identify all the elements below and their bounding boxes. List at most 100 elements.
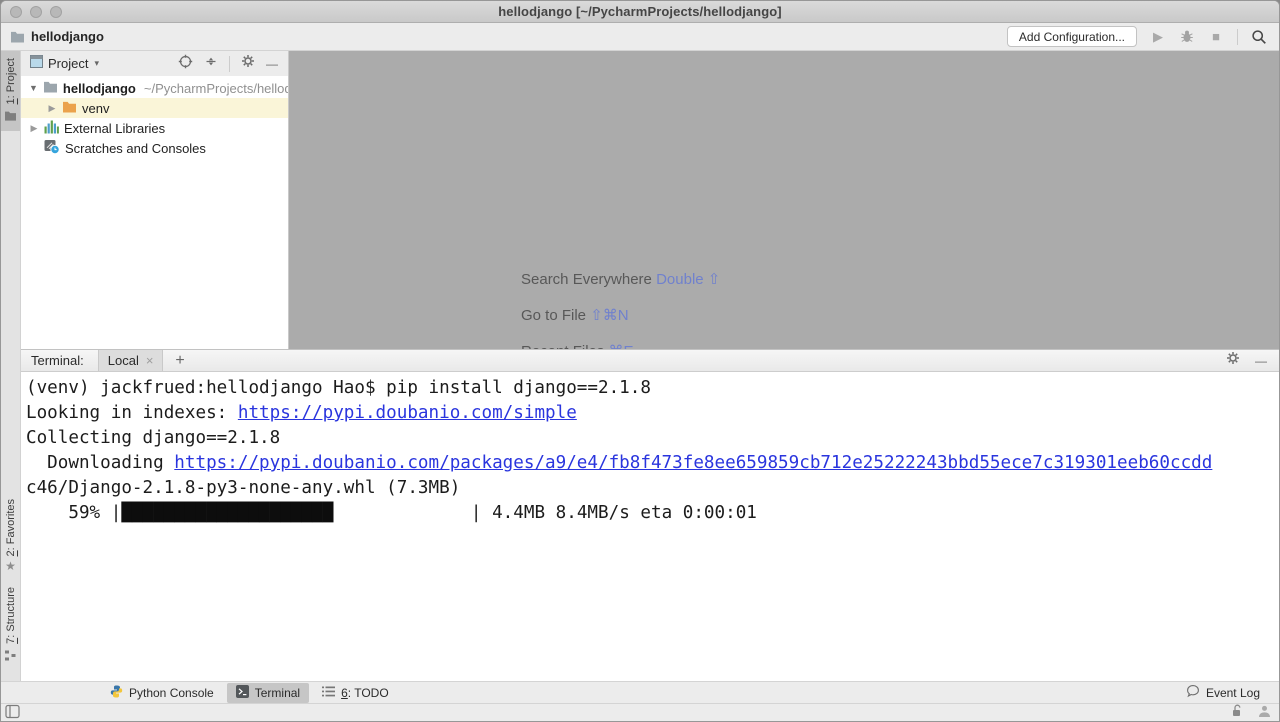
project-panel-actions: — xyxy=(178,54,278,74)
folder-icon xyxy=(9,29,25,45)
left-tool-stripe: 1: Project 2: Favorites ★ 7: Structure xyxy=(1,51,21,681)
favorites-tab-label: 2: Favorites xyxy=(5,499,17,556)
terminal-line: (venv) jackfrued:hellodjango Hao$ pip in… xyxy=(26,376,1279,401)
terminal-line: Downloading https://pypi.doubanio.com/pa… xyxy=(26,451,1279,476)
expand-open-icon[interactable]: ▼ xyxy=(29,83,38,93)
event-log-button[interactable]: Event Log xyxy=(1177,682,1269,703)
add-configuration-button[interactable]: Add Configuration... xyxy=(1007,26,1137,47)
expand-closed-icon[interactable]: ▶ xyxy=(47,103,57,114)
todo-list-icon xyxy=(322,686,335,700)
tab-todo[interactable]: 6: TODO xyxy=(313,684,398,702)
terminal-line: Looking in indexes: https://pypi.doubani… xyxy=(26,401,1279,426)
gear-icon[interactable] xyxy=(241,54,255,73)
tree-row-scratches[interactable]: Scratches and Consoles xyxy=(21,138,288,158)
terminal-line: c46/Django-2.1.8-py3-none-any.whl (7.3MB… xyxy=(26,476,1279,501)
terminal-icon xyxy=(236,685,249,701)
hint-label: Recent Files xyxy=(521,343,604,349)
hint-shortcut: ⇧⌘N xyxy=(590,307,628,324)
user-icon[interactable] xyxy=(1258,705,1271,722)
terminal-output[interactable]: (venv) jackfrued:hellodjango Hao$ pip in… xyxy=(21,372,1279,681)
terminal-text: Downloading xyxy=(26,453,174,473)
terminal-actions: — xyxy=(1226,351,1267,370)
sidebar-tab-project[interactable]: 1: Project xyxy=(1,51,20,131)
hint-search-everywhere: Search Everywhere Double ⇧ xyxy=(521,270,720,288)
gear-icon[interactable] xyxy=(1226,351,1240,370)
project-tool-icon xyxy=(4,108,17,126)
main-toolbar: hellodjango Add Configuration... ▶ ■ xyxy=(1,23,1279,51)
tab-python-console[interactable]: Python Console xyxy=(101,683,223,703)
structure-icon xyxy=(5,648,16,666)
terminal-link[interactable]: https://pypi.doubanio.com/packages/a9/e4… xyxy=(174,453,1212,473)
collapse-all-icon[interactable] xyxy=(204,55,218,73)
terminal-text: Looking in indexes: xyxy=(26,403,238,423)
hint-go-to-file: Go to File ⇧⌘N xyxy=(521,306,629,324)
panel-actions-divider xyxy=(229,56,230,72)
terminal-text: | 4.4MB 8.4MB/s eta 0:00:01 xyxy=(333,503,757,523)
expand-closed-icon[interactable]: ▶ xyxy=(29,123,39,134)
terminal-text: (venv) jackfrued:hellodjango Hao$ pip in… xyxy=(26,378,651,398)
hide-panel-icon[interactable]: — xyxy=(266,57,278,71)
toolbar-divider xyxy=(1237,29,1238,45)
terminal-text: Collecting django==2.1.8 xyxy=(26,428,280,448)
breadcrumb-label: hellodjango xyxy=(31,29,104,44)
chevron-down-icon[interactable]: ▾ xyxy=(94,58,99,69)
run-controls: Add Configuration... ▶ ■ xyxy=(1007,26,1267,47)
hint-shortcut: Double ⇧ xyxy=(656,271,720,288)
project-panel-header: Project ▾ xyxy=(21,51,288,76)
terminal-tab-label: Terminal xyxy=(255,686,300,700)
stop-icon[interactable]: ■ xyxy=(1208,29,1224,45)
terminal-line: 59% |████████████████████ | 4.4MB 8.4MB/… xyxy=(26,501,1279,526)
project-tab-label: 1: Project xyxy=(5,58,17,104)
event-log-icon xyxy=(1186,684,1200,701)
window-title: hellodjango [~/PycharmProjects/hellodjan… xyxy=(1,4,1279,19)
hint-shortcut: ⌘E xyxy=(609,343,634,349)
run-icon[interactable]: ▶ xyxy=(1150,29,1166,45)
editor-empty-area: Search Everywhere Double ⇧ Go to File ⇧⌘… xyxy=(289,51,1279,349)
libraries-icon xyxy=(44,120,59,137)
tree-row-external-libraries[interactable]: ▶ External Libraries xyxy=(21,118,288,138)
pycharm-window: hellodjango [~/PycharmProjects/hellodjan… xyxy=(0,0,1280,722)
external-libraries-label: External Libraries xyxy=(64,121,165,136)
sidebar-tab-structure[interactable]: 7: Structure xyxy=(1,580,20,671)
star-icon: ★ xyxy=(5,560,16,572)
tab-terminal[interactable]: Terminal xyxy=(227,683,309,703)
project-view-icon xyxy=(30,55,43,73)
bottom-tool-window-bar: Python Console Terminal 6: TODO Event Lo… xyxy=(1,681,1279,703)
folder-venv-icon xyxy=(62,100,77,116)
terminal-line: Collecting django==2.1.8 xyxy=(26,426,1279,451)
toolwindow-toggle-icon[interactable] xyxy=(5,704,20,722)
root-folder-path: ~/PycharmProjects/hellod xyxy=(144,81,289,96)
breadcrumb[interactable]: hellodjango xyxy=(9,29,104,45)
terminal-link[interactable]: https://pypi.doubanio.com/simple xyxy=(238,403,577,423)
tree-row-root[interactable]: ▼ hellodjango ~/PycharmProjects/hellod xyxy=(21,78,288,98)
project-view-title[interactable]: Project xyxy=(48,56,88,71)
macos-titlebar: hellodjango [~/PycharmProjects/hellodjan… xyxy=(1,1,1279,23)
terminal-header: Terminal: Local × + — xyxy=(21,349,1279,372)
structure-tab-label: 7: Structure xyxy=(5,587,17,644)
terminal-text: 59% | xyxy=(26,503,121,523)
close-icon[interactable]: × xyxy=(146,353,154,368)
sidebar-tab-favorites[interactable]: 2: Favorites ★ xyxy=(1,492,20,577)
hint-label: Search Everywhere xyxy=(521,271,652,288)
terminal-tab-label: Local xyxy=(108,353,139,368)
event-log-label: Event Log xyxy=(1206,686,1260,700)
status-bar xyxy=(1,703,1279,722)
tree-row-venv[interactable]: ▶ venv xyxy=(21,98,288,118)
unlock-icon[interactable] xyxy=(1231,704,1244,722)
scratches-label: Scratches and Consoles xyxy=(65,141,206,156)
terminal-text: c46/Django-2.1.8-py3-none-any.whl (7.3MB… xyxy=(26,478,460,498)
terminal-title: Terminal: xyxy=(31,353,84,368)
locate-file-icon[interactable] xyxy=(178,54,193,74)
python-console-label: Python Console xyxy=(129,686,214,700)
hide-panel-icon[interactable]: — xyxy=(1255,354,1267,368)
debug-icon[interactable] xyxy=(1179,29,1195,45)
python-icon xyxy=(110,685,123,701)
terminal-tab-local[interactable]: Local × xyxy=(98,350,164,371)
progress-bar-blocks: ████████████████████ xyxy=(121,503,333,523)
hint-label: Go to File xyxy=(521,307,586,324)
new-session-icon[interactable]: + xyxy=(175,352,184,370)
scratches-icon xyxy=(44,139,60,157)
search-everywhere-icon[interactable] xyxy=(1251,29,1267,45)
project-tool-window: Project ▾ xyxy=(21,51,289,349)
hint-recent-files: Recent Files ⌘E xyxy=(521,342,634,349)
